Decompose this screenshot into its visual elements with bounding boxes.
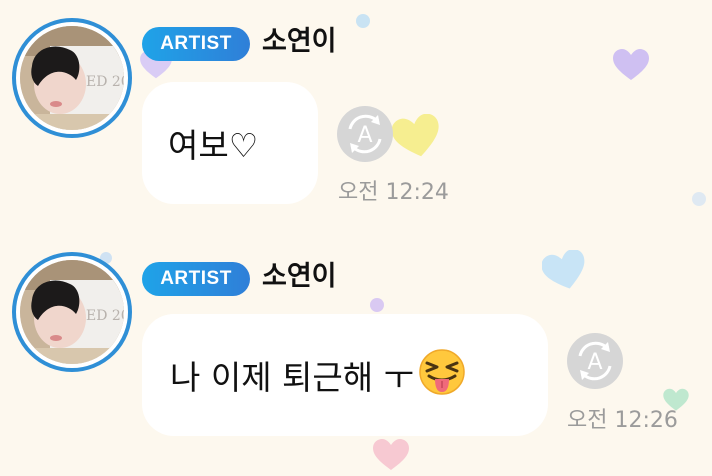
auto-translate-icon[interactable]: A <box>336 105 394 163</box>
chat-view: ED 20 ARTIST 소연이 여보♡ A 오전 12:24 <box>0 0 712 476</box>
dot-decoration <box>356 14 370 28</box>
heart-decoration-icon <box>373 439 409 470</box>
auto-translate-icon[interactable]: A <box>566 332 624 390</box>
heart-decoration-icon <box>613 49 649 80</box>
message-time: 오전 12:26 <box>567 408 678 433</box>
avatar-image: ED 20 <box>20 260 124 364</box>
message-time: 오전 12:24 <box>338 180 449 205</box>
svg-text:A: A <box>357 123 372 148</box>
artist-badge: ARTIST <box>142 27 250 61</box>
artist-badge: ARTIST <box>142 262 250 296</box>
avatar-photo: ED 20 <box>20 260 124 364</box>
heart-decoration-icon <box>542 250 585 289</box>
squinting-face-with-tongue-icon <box>419 349 465 395</box>
message-bubble[interactable]: 여보♡ <box>142 82 318 204</box>
dot-decoration <box>692 192 706 206</box>
message-text: 나 이제 퇴근해 ㅜ <box>170 358 414 397</box>
avatar-photo: ED 20 <box>20 26 124 130</box>
artist-avatar[interactable]: ED 20 <box>12 252 132 372</box>
dot-decoration <box>370 298 384 312</box>
message-bubble[interactable]: 나 이제 퇴근해 ㅜ <box>142 314 548 436</box>
svg-text:ED 20: ED 20 <box>86 74 124 90</box>
heart-decoration-icon <box>392 114 439 157</box>
avatar-image: ED 20 <box>20 26 124 130</box>
sender-name[interactable]: 소연이 <box>262 260 337 294</box>
artist-avatar[interactable]: ED 20 <box>12 18 132 138</box>
svg-text:A: A <box>587 350 602 375</box>
sender-name[interactable]: 소연이 <box>262 25 337 59</box>
message-text: 여보♡ <box>168 126 259 165</box>
svg-text:ED 20: ED 20 <box>86 308 124 324</box>
